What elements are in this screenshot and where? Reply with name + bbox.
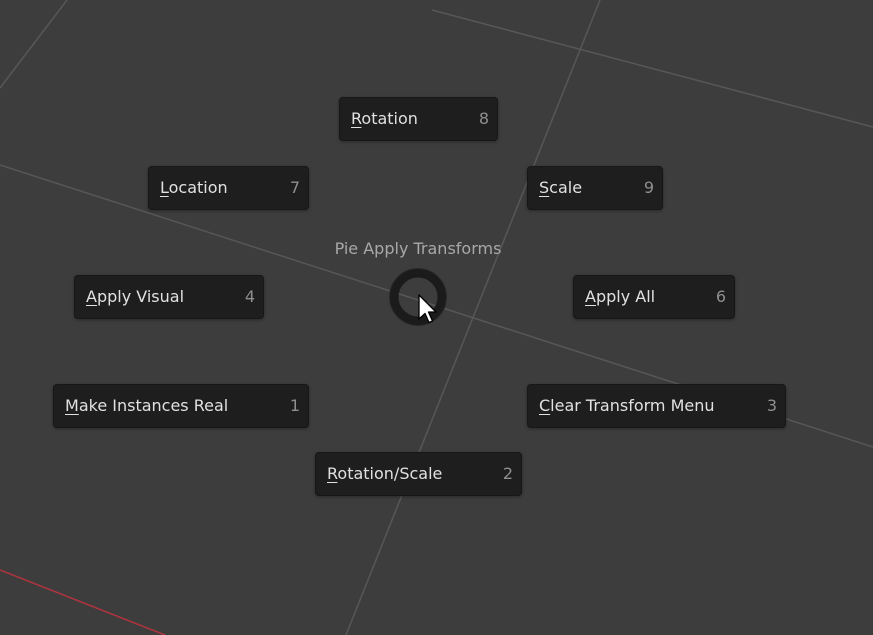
pie-item-clear-transform-menu[interactable]: Clear Transform Menu 3 — [527, 384, 786, 428]
grid-line — [345, 0, 601, 635]
pie-item-shortcut: 2 — [502, 464, 513, 483]
mnemonic: R — [327, 464, 338, 483]
pie-item-apply-visual[interactable]: Apply Visual 4 — [74, 275, 264, 319]
pie-item-shortcut: 6 — [715, 287, 726, 306]
x-axis-line — [0, 569, 166, 635]
label-rest: lear Transform Menu — [550, 396, 715, 415]
pie-item-rotation-scale[interactable]: Rotation/Scale 2 — [315, 452, 522, 496]
mnemonic: R — [351, 109, 362, 128]
pie-item-label: Clear Transform Menu — [539, 396, 715, 416]
pie-item-rotation[interactable]: Rotation 8 — [339, 97, 498, 141]
pie-item-shortcut: 8 — [478, 109, 489, 128]
mnemonic: C — [539, 396, 551, 415]
pie-item-label: Rotation — [351, 109, 418, 129]
pie-item-shortcut: 4 — [244, 287, 255, 306]
label-rest: pply Visual — [96, 287, 185, 306]
mnemonic: A — [86, 287, 97, 306]
mnemonic: A — [585, 287, 596, 306]
3d-viewport[interactable]: Pie Apply Transforms Rotation 8 Location… — [0, 0, 873, 635]
label-rest: otation/Scale — [337, 464, 443, 483]
pie-menu-title: Pie Apply Transforms — [334, 239, 502, 258]
mnemonic: S — [539, 178, 550, 197]
pie-item-label: Scale — [539, 178, 582, 198]
label-rest: otation — [361, 109, 418, 128]
pie-item-make-instances-real[interactable]: Make Instances Real 1 — [53, 384, 309, 428]
pie-item-label: Apply Visual — [86, 287, 184, 307]
label-rest: cale — [549, 178, 583, 197]
label-rest: ocation — [168, 178, 228, 197]
pie-item-label: Make Instances Real — [65, 396, 228, 416]
pie-item-label: Apply All — [585, 287, 655, 307]
mnemonic: L — [160, 178, 169, 197]
grid-line — [0, 0, 68, 89]
mouse-pointer-icon — [418, 294, 437, 324]
pie-item-shortcut: 9 — [643, 178, 654, 197]
pie-item-label: Location — [160, 178, 228, 198]
label-rest: pply All — [595, 287, 656, 306]
grid-line — [431, 9, 873, 128]
pie-item-scale[interactable]: Scale 9 — [527, 166, 663, 210]
pie-item-label: Rotation/Scale — [327, 464, 442, 484]
mnemonic: M — [65, 396, 79, 415]
label-rest: ake Instances Real — [78, 396, 229, 415]
pie-item-shortcut: 3 — [766, 396, 777, 415]
pie-item-shortcut: 7 — [289, 178, 300, 197]
pie-item-apply-all[interactable]: Apply All 6 — [573, 275, 735, 319]
pie-item-location[interactable]: Location 7 — [148, 166, 309, 210]
pie-item-shortcut: 1 — [289, 396, 300, 415]
